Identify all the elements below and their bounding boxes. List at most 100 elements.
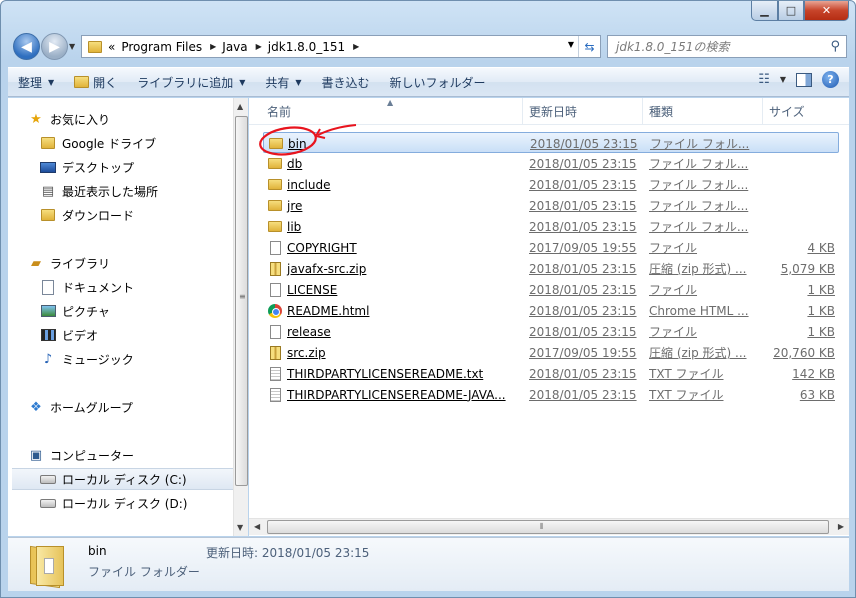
organize-button[interactable]: 整理 ▼ <box>8 70 64 94</box>
scroll-left-icon[interactable]: ◀ <box>254 522 260 531</box>
file-size <box>761 153 835 174</box>
column-date[interactable]: 更新日時 <box>523 98 643 125</box>
search-icon[interactable]: ⚲ <box>830 39 840 54</box>
file-name-cell[interactable]: db <box>267 153 517 174</box>
maximize-button[interactable]: □ <box>778 1 804 21</box>
file-size: 1 KB <box>807 324 835 339</box>
nav-music[interactable]: ♪ ミュージック <box>40 348 262 370</box>
new-folder-button[interactable]: 新しいフォルダー <box>380 70 496 94</box>
scroll-down-icon[interactable]: ▼ <box>237 523 243 532</box>
refresh-button[interactable]: ⇆ <box>578 36 600 57</box>
burn-button[interactable]: 書き込む <box>312 70 380 94</box>
file-type: ファイル フォル... <box>649 199 749 213</box>
breadcrumb-java[interactable]: Java <box>222 40 247 54</box>
nav-scroll-thumb[interactable]: ≡ <box>235 116 248 486</box>
file-name-cell[interactable]: LICENSE <box>267 279 517 300</box>
file-row[interactable]: THIRDPARTYLICENSEREADME-JAVA... 2018/01/0… <box>263 384 839 405</box>
nav-pictures[interactable]: ピクチャ <box>40 300 262 322</box>
breadcrumb-jdk[interactable]: jdk1.8.0_151 <box>268 40 345 54</box>
horizontal-scrollbar[interactable]: ◀ ⦀ ▶ <box>249 518 849 535</box>
file-name[interactable]: bin <box>288 137 307 151</box>
file-name-cell[interactable]: THIRDPARTYLICENSEREADME.txt <box>267 363 517 384</box>
nav-favorites[interactable]: ★ お気に入り <box>28 108 250 130</box>
file-row[interactable]: THIRDPARTYLICENSEREADME.txt 2018/01/05 23… <box>263 363 839 384</box>
file-row[interactable]: include 2018/01/05 23:15 ファイル フォル... <box>263 174 839 195</box>
file-name[interactable]: THIRDPARTYLICENSEREADME-JAVA... <box>287 388 506 402</box>
nav-computer[interactable]: ▣ コンピューター <box>28 444 250 466</box>
file-row[interactable]: db 2018/01/05 23:15 ファイル フォル... <box>263 153 839 174</box>
file-size <box>761 216 835 237</box>
nav-disk-c[interactable]: ローカル ディスク (C:) <box>12 468 234 490</box>
scroll-up-icon[interactable]: ▲ <box>237 102 243 111</box>
chevron-right-icon[interactable]: ▶ <box>256 42 262 51</box>
nav-disk-d[interactable]: ローカル ディスク (D:) <box>40 492 262 514</box>
chevron-right-icon[interactable]: ▶ <box>210 42 216 51</box>
back-button[interactable]: ◀ <box>13 33 40 60</box>
file-list: ▲ 名前 更新日時 種類 サイズ bin 2018/01/05 23:15 ファイル… <box>249 98 849 536</box>
file-row[interactable]: COPYRIGHT 2017/09/05 19:55 ファイル 4 KB <box>263 237 839 258</box>
file-name-cell[interactable]: lib <box>267 216 517 237</box>
nav-downloads[interactable]: ダウンロード <box>40 204 262 226</box>
nav-videos[interactable]: ビデオ <box>40 324 262 346</box>
share-button[interactable]: 共有 ▼ <box>255 70 311 94</box>
forward-button[interactable]: ▶ <box>41 33 68 60</box>
breadcrumb-program-files[interactable]: Program Files <box>121 40 202 54</box>
file-name-cell[interactable]: javafx-src.zip <box>267 258 517 279</box>
file-row[interactable]: src.zip 2017/09/05 19:55 圧縮 (zip 形式) ... 20… <box>263 342 839 363</box>
file-name[interactable]: include <box>287 178 330 192</box>
include-library-button[interactable]: ライブラリに追加 ▼ <box>127 70 255 94</box>
nav-desktop[interactable]: デスクトップ <box>40 156 262 178</box>
file-row[interactable]: jre 2018/01/05 23:15 ファイル フォル... <box>263 195 839 216</box>
change-view-icon[interactable]: ☷ <box>758 72 770 87</box>
file-name-cell[interactable]: README.html <box>267 300 517 321</box>
file-name-cell[interactable]: COPYRIGHT <box>267 237 517 258</box>
horizontal-scroll-thumb[interactable]: ⦀ <box>267 520 829 534</box>
breadcrumb-overflow[interactable]: « <box>108 40 115 54</box>
file-name[interactable]: README.html <box>287 304 369 318</box>
nav-google-drive[interactable]: Google ドライブ <box>40 132 262 154</box>
address-bar[interactable]: « Program Files ▶ Java ▶ jdk1.8.0_151 ▶ … <box>81 35 601 58</box>
file-name[interactable]: COPYRIGHT <box>287 241 357 255</box>
file-name[interactable]: THIRDPARTYLICENSEREADME.txt <box>287 367 483 381</box>
nav-documents[interactable]: ドキュメント <box>40 276 262 298</box>
file-name[interactable]: release <box>287 325 331 339</box>
file-name[interactable]: db <box>287 157 302 171</box>
nav-recent[interactable]: ▤ 最近表示した場所 <box>40 180 262 202</box>
file-row[interactable]: javafx-src.zip 2018/01/05 23:15 圧縮 (zip 形式… <box>263 258 839 279</box>
file-name-cell[interactable]: THIRDPARTYLICENSEREADME-JAVA... <box>267 384 517 405</box>
column-name[interactable]: 名前 <box>261 98 523 125</box>
nav-libraries[interactable]: ▰ ライブラリ <box>28 252 250 274</box>
google-drive-icon <box>40 135 56 151</box>
column-size[interactable]: サイズ <box>763 98 849 125</box>
column-type[interactable]: 種類 <box>643 98 763 125</box>
view-dropdown-icon[interactable]: ▼ <box>780 75 786 84</box>
nav-scrollbar[interactable]: ▲ ≡ ▼ <box>233 98 248 536</box>
chevron-right-icon[interactable]: ▶ <box>353 42 359 51</box>
file-name-cell[interactable]: release <box>267 321 517 342</box>
file-name[interactable]: LICENSE <box>287 283 337 297</box>
close-button[interactable]: ✕ <box>804 1 849 21</box>
caption-buttons: ▁ □ ✕ <box>751 1 849 21</box>
file-row[interactable]: LICENSE 2018/01/05 23:15 ファイル 1 KB <box>263 279 839 300</box>
recent-pages-dropdown[interactable]: ▼ <box>69 42 75 51</box>
minimize-button[interactable]: ▁ <box>751 1 778 21</box>
file-name-cell[interactable]: bin <box>268 133 518 154</box>
file-name-cell[interactable]: include <box>267 174 517 195</box>
search-input[interactable]: jdk1.8.0_151の検索 ⚲ <box>607 35 847 58</box>
file-name-cell[interactable]: jre <box>267 195 517 216</box>
nav-homegroup[interactable]: ❖ ホームグループ <box>28 396 250 418</box>
file-row[interactable]: release 2018/01/05 23:15 ファイル 1 KB <box>263 321 839 342</box>
help-icon[interactable]: ? <box>822 71 839 88</box>
file-name[interactable]: src.zip <box>287 346 326 360</box>
file-name[interactable]: jre <box>287 199 302 213</box>
file-row[interactable]: README.html 2018/01/05 23:15 Chrome HTML .… <box>263 300 839 321</box>
file-name-cell[interactable]: src.zip <box>267 342 517 363</box>
open-button[interactable]: 開く <box>64 70 127 94</box>
file-name[interactable]: lib <box>287 220 301 234</box>
preview-pane-icon[interactable] <box>796 72 812 87</box>
address-dropdown-button[interactable]: ▼ <box>568 40 574 49</box>
file-row[interactable]: bin 2018/01/05 23:15 ファイル フォル... <box>263 132 839 153</box>
file-row[interactable]: lib 2018/01/05 23:15 ファイル フォル... <box>263 216 839 237</box>
scroll-right-icon[interactable]: ▶ <box>838 522 844 531</box>
file-name[interactable]: javafx-src.zip <box>287 262 366 276</box>
